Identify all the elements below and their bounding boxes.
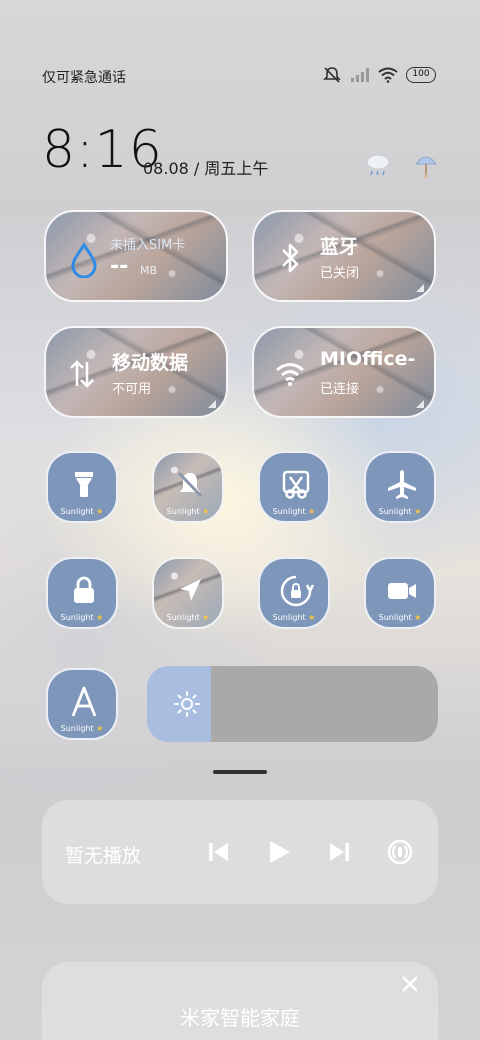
expand-corner-icon[interactable] (416, 284, 424, 292)
sim-status: 未插入SIM卡 (110, 238, 186, 253)
wifi-network-name: MIOffice- (320, 348, 416, 370)
star-icon: ★ (414, 507, 422, 516)
toggle-rotation-lock[interactable]: Sunlight ★ (258, 557, 330, 629)
video-camera-icon (388, 583, 416, 599)
toggle-screen-record[interactable]: Sunlight ★ (364, 557, 436, 629)
star-icon: ★ (202, 507, 210, 516)
media-title: 暂无播放 (65, 845, 142, 867)
status-icons: 100 (322, 66, 436, 84)
clock-date: 08.08 / 周五上午 (143, 159, 269, 178)
scissors-icon (282, 470, 310, 499)
airplane-icon (388, 470, 416, 499)
toggle-label: Sunlight ★ (272, 613, 316, 622)
wifi-icon (378, 67, 398, 83)
battery-icon: 100 (406, 67, 436, 83)
lock-icon (74, 576, 94, 603)
location-arrow-icon (180, 579, 201, 601)
bluetooth-status: 已关闭 (320, 266, 360, 281)
toggle-screenshot[interactable]: Sunlight ★ (258, 451, 330, 523)
smart-home-card[interactable]: 米家智能家庭 (42, 962, 438, 1040)
mobile-data-tile[interactable]: 移动数据 不可用 (44, 326, 228, 418)
toggle-label: Sunlight ★ (60, 507, 104, 516)
cast-icon[interactable] (386, 838, 414, 866)
toggle-flashlight[interactable]: Sunlight ★ (46, 451, 118, 523)
bell-off-icon (177, 471, 203, 498)
toggle-silent[interactable]: Sunlight ★ (152, 451, 224, 523)
toggle-label: Sunlight ★ (166, 507, 210, 516)
mobile-data-icon (70, 360, 94, 388)
rain-cloud-icon (366, 154, 390, 176)
close-icon[interactable] (400, 974, 420, 994)
toggle-label: Sunlight ★ (272, 507, 316, 516)
wifi-status: 已连接 (320, 382, 360, 397)
carrier-status: 仅可紧急通话 (42, 70, 126, 86)
mobile-data-title: 移动数据 (112, 352, 189, 374)
data-usage-unit: MB (140, 264, 158, 277)
toggle-airplane[interactable]: Sunlight ★ (364, 451, 436, 523)
drop-icon (71, 242, 97, 278)
star-icon: ★ (96, 724, 104, 733)
battery-level: 100 (412, 69, 430, 79)
star-icon: ★ (414, 613, 422, 622)
mobile-data-status: 不可用 (112, 382, 152, 397)
media-player-card[interactable]: 暂无播放 (42, 800, 438, 904)
play-icon[interactable] (266, 838, 292, 866)
star-icon: ★ (308, 613, 316, 622)
toggle-label: Sunlight ★ (166, 613, 210, 622)
drag-handle[interactable] (213, 770, 267, 774)
toggle-label: Sunlight ★ (378, 507, 422, 516)
wifi-tile[interactable]: MIOffice- 已连接 (252, 326, 436, 418)
star-icon: ★ (96, 507, 104, 516)
data-usage-tile[interactable]: 未插入SIM卡 -- MB (44, 210, 228, 302)
previous-icon[interactable] (206, 838, 232, 866)
star-icon: ★ (202, 613, 210, 622)
star-icon: ★ (308, 507, 316, 516)
toggle-lock[interactable]: Sunlight ★ (46, 557, 118, 629)
toggle-location[interactable]: Sunlight ★ (152, 557, 224, 629)
next-icon[interactable] (326, 838, 352, 866)
umbrella-weather-icon (415, 156, 437, 178)
expand-corner-icon[interactable] (416, 400, 424, 408)
flashlight-icon (75, 472, 93, 497)
mute-icon (323, 67, 341, 83)
smart-home-title: 米家智能家庭 (180, 1006, 300, 1030)
bluetooth-icon (282, 243, 299, 273)
data-usage-value: -- (110, 254, 129, 279)
font-a-icon (71, 686, 97, 717)
star-icon: ★ (96, 613, 104, 622)
wifi-icon (276, 363, 304, 386)
bluetooth-tile[interactable]: 蓝牙 已关闭 (252, 210, 436, 302)
expand-corner-icon[interactable] (208, 400, 216, 408)
toggle-label: Sunlight ★ (378, 613, 422, 622)
brightness-slider[interactable] (147, 666, 438, 742)
rotation-lock-icon (280, 575, 314, 607)
toggle-label: Sunlight ★ (60, 613, 104, 622)
toggle-font[interactable]: Sunlight ★ (46, 668, 118, 740)
signal-icon (351, 68, 369, 82)
bluetooth-title: 蓝牙 (320, 236, 359, 258)
toggle-label: Sunlight ★ (60, 724, 104, 733)
sun-icon (174, 691, 200, 717)
